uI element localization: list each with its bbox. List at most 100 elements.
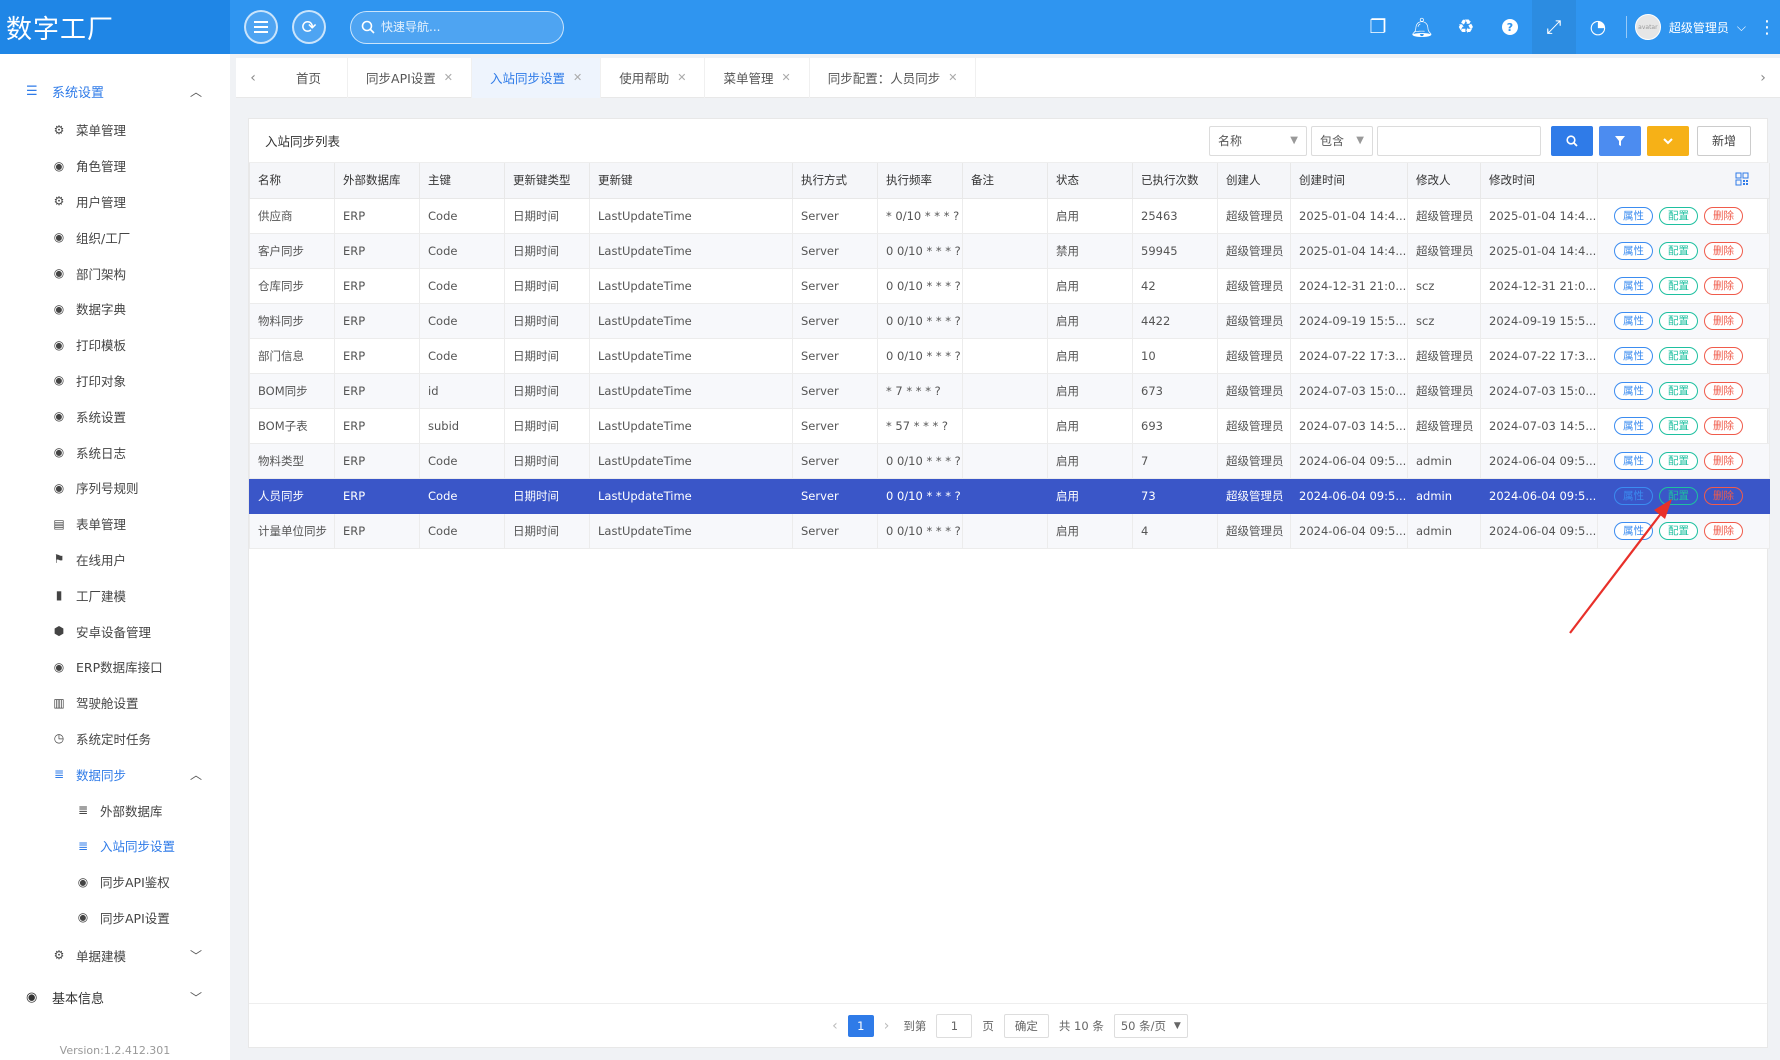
search-button[interactable]: [1550, 125, 1593, 156]
config-button[interactable]: 配置: [1659, 346, 1698, 365]
tab[interactable]: 使用帮助 ✕: [601, 57, 706, 98]
notification-button[interactable]: 🔔︎: [1400, 0, 1444, 54]
table-row[interactable]: 人员同步 ERP Code 日期时间 LastUpdateTime Server 0 0/1…: [249, 477, 1770, 514]
help-button[interactable]: ?: [1488, 0, 1532, 54]
tab[interactable]: 菜单管理 ✕: [705, 57, 810, 98]
windows-button[interactable]: ❐: [1356, 0, 1400, 54]
table-row[interactable]: 供应商 ERP Code 日期时间 LastUpdateTime Server * 0/10…: [249, 197, 1770, 234]
table-row[interactable]: 计量单位同步 ERP Code 日期时间 LastUpdateTime Server 0 0…: [249, 512, 1770, 549]
attr-button[interactable]: 属性: [1614, 381, 1653, 400]
table-row[interactable]: 部门信息 ERP Code 日期时间 LastUpdateTime Server 0 0/1…: [249, 337, 1770, 374]
sidebar-item-sync-api-auth[interactable]: ◉ 同步API鉴权: [0, 864, 230, 900]
table-row[interactable]: 仓库同步 ERP Code 日期时间 LastUpdateTime Server 0 0/1…: [249, 267, 1770, 304]
tab[interactable]: 同步API设置 ✕: [348, 57, 473, 98]
sidebar-item[interactable]: ◷ 系统定时任务: [0, 721, 230, 757]
close-icon[interactable]: ✕: [782, 71, 791, 84]
filter-value-input[interactable]: [1376, 125, 1541, 156]
delete-button[interactable]: 删除: [1704, 276, 1743, 295]
config-button[interactable]: 配置: [1659, 276, 1698, 295]
config-button[interactable]: 配置: [1659, 311, 1698, 330]
delete-button[interactable]: 删除: [1704, 346, 1743, 365]
sidebar-item[interactable]: ◉ 序列号规则: [0, 470, 230, 506]
filter-operator-select[interactable]: 包含 ▼: [1310, 125, 1373, 156]
delete-button[interactable]: 删除: [1704, 311, 1743, 330]
goto-confirm-button[interactable]: 确定: [1003, 1013, 1049, 1038]
close-icon[interactable]: ✕: [573, 71, 582, 84]
delete-button[interactable]: 删除: [1704, 451, 1743, 470]
config-button[interactable]: 配置: [1659, 416, 1698, 435]
sidebar-item-external-db[interactable]: ≣ 外部数据库: [0, 792, 230, 828]
sidebar-group-system-settings[interactable]: ☰ 系统设置 ︿: [0, 70, 230, 112]
menu-toggle-button[interactable]: [244, 10, 278, 44]
sidebar-item[interactable]: ▤ 表单管理: [0, 506, 230, 542]
delete-button[interactable]: 删除: [1704, 206, 1743, 225]
config-button[interactable]: 配置: [1659, 241, 1698, 260]
more-menu-button[interactable]: ⋮: [1754, 17, 1780, 38]
attr-button[interactable]: 属性: [1614, 276, 1653, 295]
column-settings-header[interactable]: [1597, 163, 1770, 199]
add-button[interactable]: 新增: [1696, 125, 1751, 156]
sidebar-item[interactable]: ◉ 部门架构: [0, 255, 230, 291]
config-button[interactable]: 配置: [1659, 381, 1698, 400]
next-page-button[interactable]: ›: [884, 1018, 890, 1034]
table-row[interactable]: 客户同步 ERP Code 日期时间 LastUpdateTime Server 0 0/1…: [249, 232, 1770, 269]
sidebar-item-doc-model[interactable]: ⚙ 单据建模 ﹀: [0, 937, 230, 973]
sidebar-item[interactable]: ⚙ 菜单管理: [0, 112, 230, 148]
tab[interactable]: 同步配置：人员同步 ✕: [810, 57, 977, 98]
sidebar-item[interactable]: ◉ 系统设置: [0, 398, 230, 434]
current-page-button[interactable]: 1: [847, 1014, 874, 1037]
tab[interactable]: 首页: [270, 57, 349, 98]
sidebar-item[interactable]: ⬢ 安卓设备管理: [0, 613, 230, 649]
expand-button[interactable]: [1646, 125, 1689, 156]
sidebar-item[interactable]: ◉ 数据字典: [0, 291, 230, 327]
config-button[interactable]: 配置: [1659, 486, 1698, 505]
delete-button[interactable]: 删除: [1704, 416, 1743, 435]
attr-button[interactable]: 属性: [1614, 241, 1653, 260]
prev-page-button[interactable]: ‹: [832, 1018, 838, 1034]
close-icon[interactable]: ✕: [444, 71, 453, 84]
delete-button[interactable]: 删除: [1704, 486, 1743, 505]
sidebar-item[interactable]: ▮ 工厂建模: [0, 577, 230, 613]
filter-field-select[interactable]: 名称 ▼: [1208, 125, 1307, 156]
sidebar-item[interactable]: ◉ ERP数据库接口: [0, 649, 230, 685]
tab-scroll-right-button[interactable]: ›: [1746, 70, 1780, 86]
sidebar-item[interactable]: ⚑ 在线用户: [0, 542, 230, 578]
config-button[interactable]: 配置: [1659, 521, 1698, 540]
sidebar-item[interactable]: ◉ 组织/工厂: [0, 219, 230, 255]
attr-button[interactable]: 属性: [1614, 206, 1653, 225]
refresh-button[interactable]: ⟳: [292, 10, 326, 44]
sidebar-group-basic-info[interactable]: ◉ 基本信息 ﹀: [0, 977, 230, 1017]
attr-button[interactable]: 属性: [1614, 451, 1653, 470]
sidebar-item[interactable]: ⚙ 用户管理: [0, 184, 230, 220]
goto-page-input[interactable]: 1: [936, 1013, 973, 1038]
delete-button[interactable]: 删除: [1704, 241, 1743, 260]
sidebar-item[interactable]: ◉ 系统日志: [0, 434, 230, 470]
quick-nav-search[interactable]: [350, 10, 564, 44]
close-icon[interactable]: ✕: [677, 71, 686, 84]
tab[interactable]: 入站同步设置 ✕: [472, 57, 602, 98]
attr-button[interactable]: 属性: [1614, 416, 1653, 435]
fullscreen-button[interactable]: ⤢: [1531, 0, 1576, 54]
close-icon[interactable]: ✕: [948, 71, 957, 84]
attr-button[interactable]: 属性: [1614, 486, 1653, 505]
table-row[interactable]: 物料类型 ERP Code 日期时间 LastUpdateTime Server 0 0/1…: [249, 442, 1770, 479]
delete-button[interactable]: 删除: [1704, 381, 1743, 400]
user-menu[interactable]: avatar 超级管理员 ⌵: [1634, 14, 1754, 40]
dashboard-button[interactable]: ◔: [1576, 0, 1620, 54]
quick-nav-input[interactable]: [381, 20, 541, 34]
sidebar-item-sync-api-settings[interactable]: ◉ 同步API设置: [0, 900, 230, 936]
attr-button[interactable]: 属性: [1614, 311, 1653, 330]
table-row[interactable]: BOM子表 ERP subid 日期时间 LastUpdateTime Server * 5…: [249, 407, 1770, 444]
tab-scroll-left-button[interactable]: ‹: [236, 70, 270, 86]
sidebar-item[interactable]: ◉ 角色管理: [0, 148, 230, 184]
attr-button[interactable]: 属性: [1614, 346, 1653, 365]
sidebar-item-inbound-sync[interactable]: ≣ 入站同步设置: [0, 828, 230, 864]
config-button[interactable]: 配置: [1659, 206, 1698, 225]
table-row[interactable]: BOM同步 ERP id 日期时间 LastUpdateTime Server * 7 * …: [249, 372, 1770, 409]
page-size-select[interactable]: 50 条/页 ▼: [1113, 1013, 1188, 1038]
table-row[interactable]: 物料同步 ERP Code 日期时间 LastUpdateTime Server 0 0/1…: [249, 302, 1770, 339]
config-button[interactable]: 配置: [1659, 451, 1698, 470]
sidebar-item-data-sync[interactable]: ≣ 数据同步 ︿: [0, 756, 230, 792]
sidebar-item[interactable]: ▥ 驾驶舱设置: [0, 685, 230, 721]
sidebar-item[interactable]: ◉ 打印对象: [0, 363, 230, 399]
